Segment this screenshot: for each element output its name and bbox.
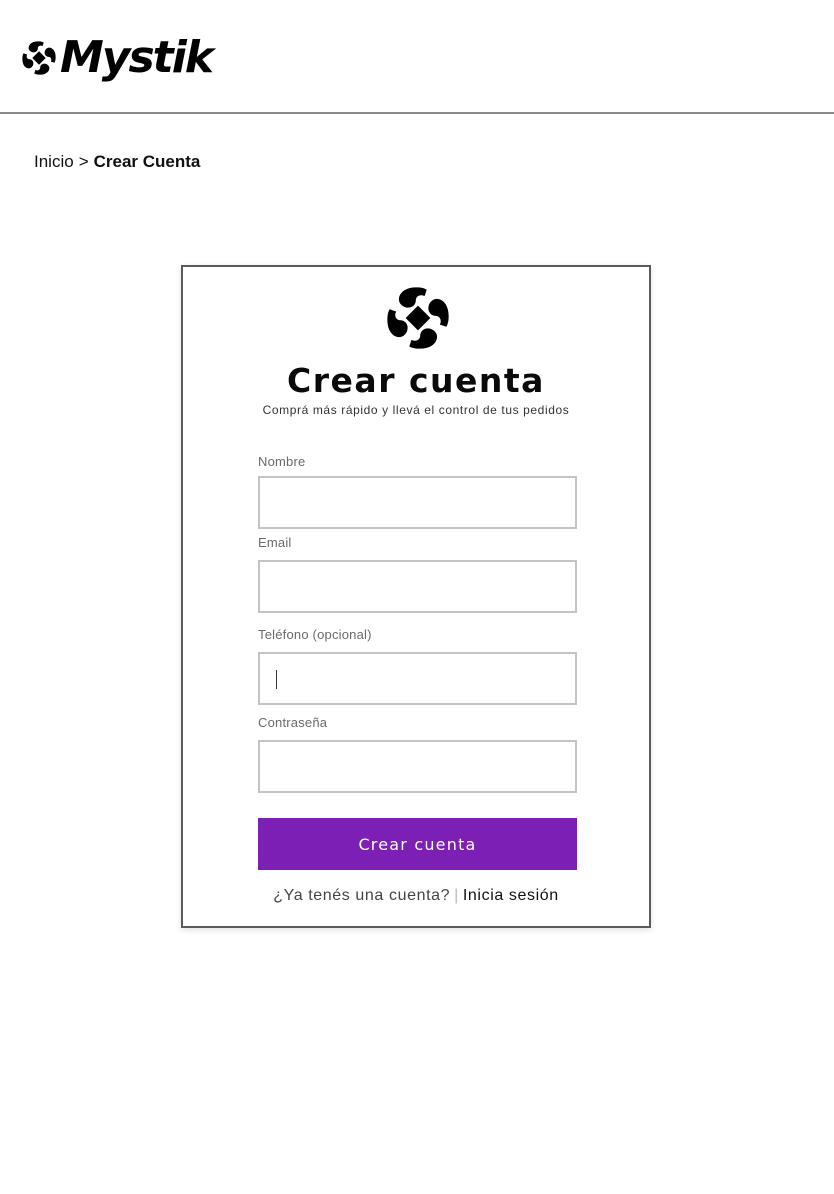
login-prompt-row: ¿Ya tenés una cuenta? | Inicia sesión <box>183 887 649 905</box>
login-separator: | <box>454 887 459 904</box>
form-subtitle: Comprá más rápido y llevá el control de … <box>262 403 570 417</box>
name-input[interactable] <box>258 476 577 529</box>
password-label: Contraseña <box>258 715 328 730</box>
email-label: Email <box>258 535 292 550</box>
form-title: Crear cuenta <box>287 361 545 400</box>
mystik-knot-icon <box>383 283 453 358</box>
top-bar: Mystik <box>0 0 834 114</box>
phone-label: Teléfono (opcional) <box>258 627 372 642</box>
phone-input[interactable] <box>258 652 577 705</box>
password-input[interactable] <box>258 740 577 793</box>
breadcrumb-home[interactable]: Inicio <box>34 152 74 172</box>
signup-card: Crear cuenta Comprá más rápido y llevá e… <box>181 265 651 928</box>
brand-logo[interactable]: Mystik <box>20 32 214 83</box>
text-caret <box>276 670 277 689</box>
brand-name: Mystik <box>60 32 214 83</box>
create-account-button[interactable]: Crear cuenta <box>258 818 577 870</box>
email-input[interactable] <box>258 560 577 613</box>
login-prompt-text: ¿Ya tenés una cuenta? <box>273 887 451 904</box>
breadcrumb-separator: > <box>78 152 89 171</box>
breadcrumb: Inicio > Crear Cuenta <box>34 152 200 172</box>
mystik-knot-icon <box>20 39 58 77</box>
name-label: Nombre <box>258 454 306 469</box>
breadcrumb-current: Crear Cuenta <box>93 152 201 171</box>
login-link[interactable]: Inicia sesión <box>463 887 559 904</box>
